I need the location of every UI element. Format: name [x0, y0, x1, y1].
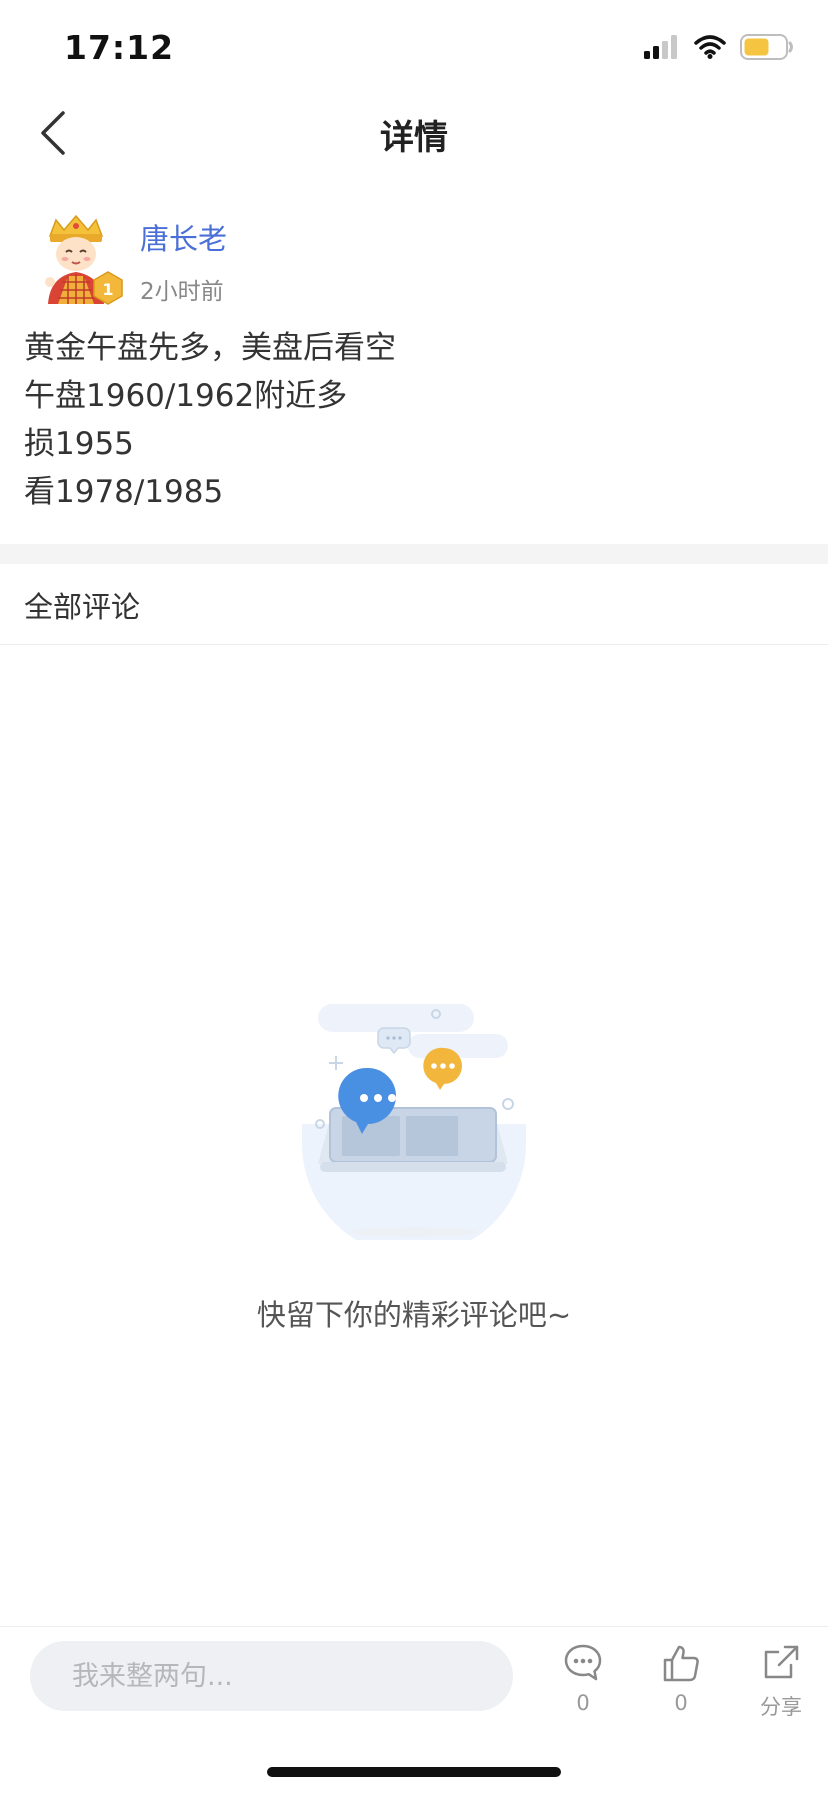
- wifi-icon: [694, 35, 726, 63]
- status-time: 17:12: [64, 28, 175, 67]
- comments-header: 全部评论: [0, 564, 828, 645]
- post: 1 唐长老 2小时前 黄金午盘先多，美盘后看空 午盘1960/1962附近多 损…: [0, 172, 828, 544]
- author-name[interactable]: 唐长老: [140, 216, 227, 258]
- share-button[interactable]: 分享: [741, 1643, 821, 1721]
- post-line: 午盘1960/1962附近多: [24, 378, 348, 414]
- svg-text:1: 1: [102, 280, 113, 299]
- post-line: 看1978/1985: [24, 474, 224, 510]
- page-title: 详情: [380, 118, 448, 158]
- status-bar: 17:12: [0, 0, 828, 96]
- comment-button[interactable]: 0: [543, 1643, 623, 1721]
- like-count: 0: [674, 1691, 688, 1715]
- battery-icon: [740, 34, 794, 64]
- post-time: 2小时前: [140, 279, 224, 305]
- share-label: 分享: [760, 1695, 802, 1719]
- share-icon: [761, 1643, 801, 1683]
- status-icons: [644, 34, 794, 64]
- nav-bar: 详情: [0, 96, 828, 172]
- post-line: 黄金午盘先多，美盘后看空: [24, 330, 396, 366]
- home-indicator: [267, 1767, 561, 1777]
- empty-comments-text: 快留下你的精彩评论吧~: [256, 1298, 572, 1332]
- cellular-signal-icon: [644, 35, 680, 63]
- comment-count: 0: [576, 1691, 590, 1715]
- section-divider: [0, 544, 828, 564]
- avatar[interactable]: 1: [28, 212, 124, 308]
- like-button[interactable]: 0: [641, 1643, 721, 1721]
- empty-comments-illustration-icon: [296, 984, 532, 1256]
- bottom-bar: 0 0 分享: [0, 1626, 828, 1793]
- monk-avatar-icon: 1: [28, 214, 124, 312]
- post-content: 黄金午盘先多，美盘后看空 午盘1960/1962附近多 损1955 看1978/…: [24, 324, 804, 516]
- comments-header-label: 全部评论: [24, 590, 141, 624]
- thumbs-up-icon: [661, 1643, 701, 1683]
- post-line: 损1955: [24, 426, 134, 462]
- comment-icon: [563, 1643, 603, 1683]
- comment-input[interactable]: [30, 1641, 513, 1711]
